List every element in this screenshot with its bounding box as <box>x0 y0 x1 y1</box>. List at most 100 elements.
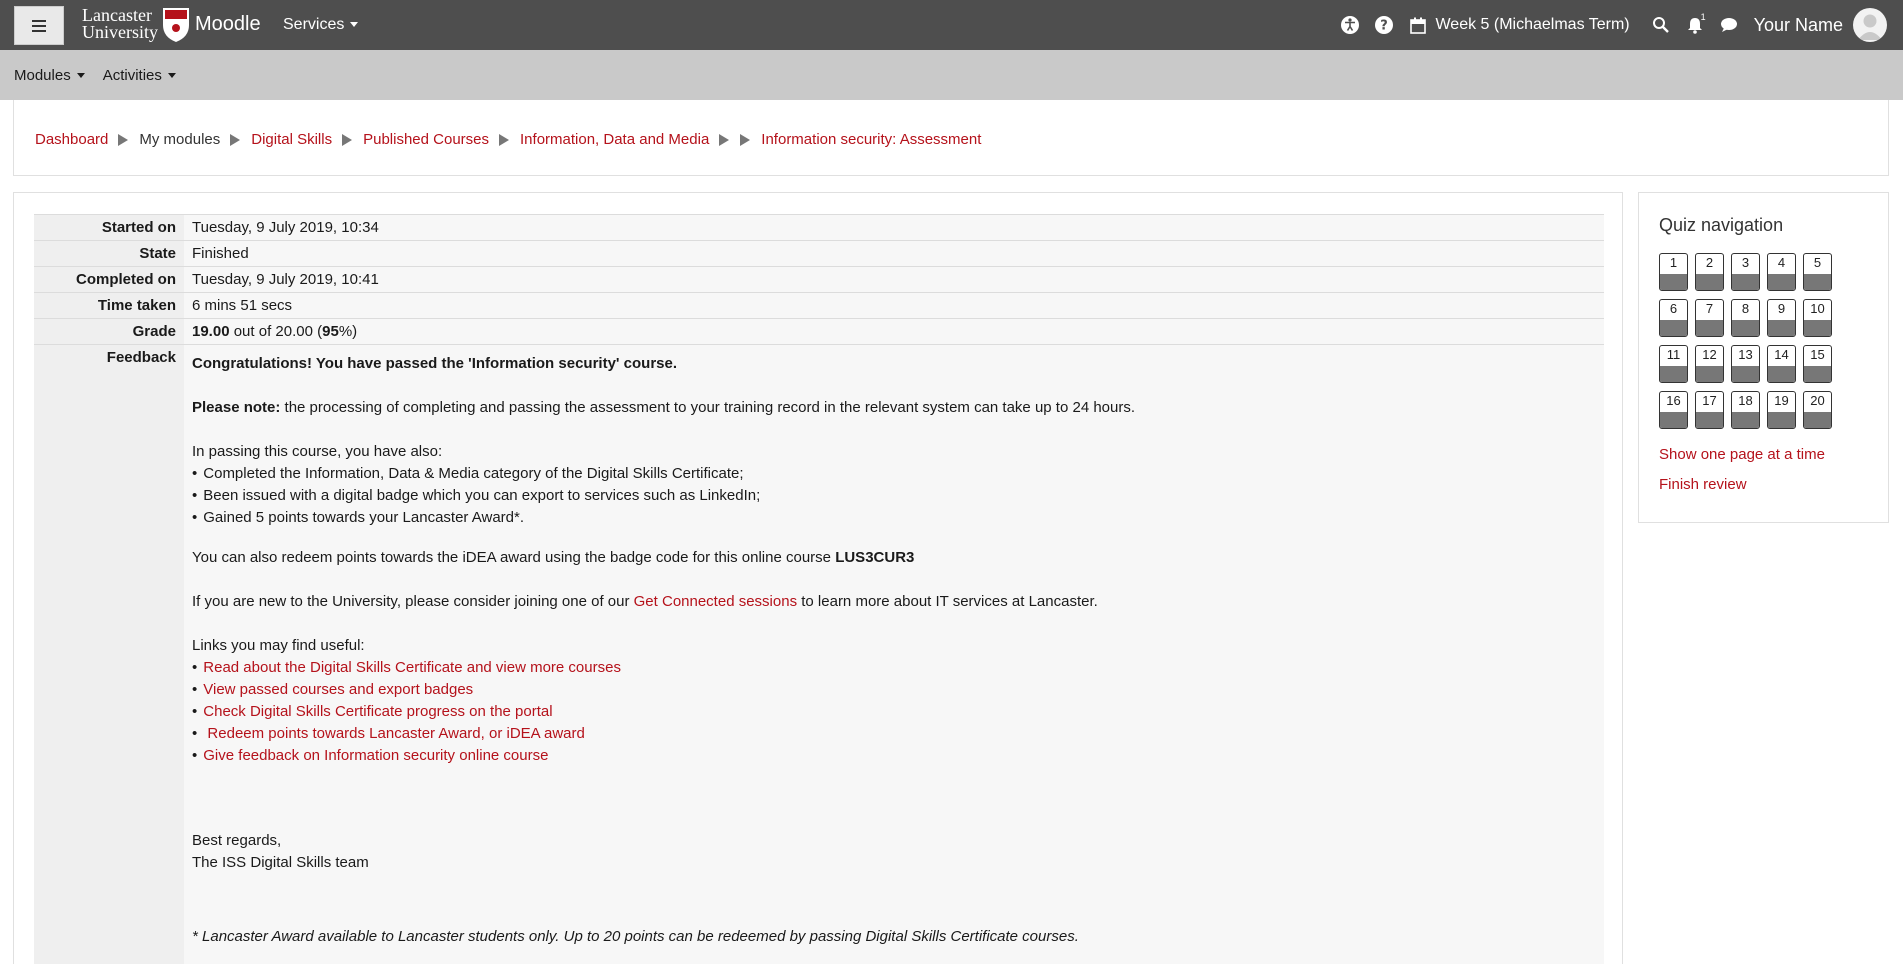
question-16-button[interactable]: 16 <box>1659 391 1688 429</box>
question-13-button[interactable]: 13 <box>1731 345 1760 383</box>
search-icon[interactable] <box>1650 14 1672 36</box>
lancaster-award-footnote: * Lancaster Award available to Lancaster… <box>192 928 1079 945</box>
finish-review-link[interactable]: Finish review <box>1659 476 1747 493</box>
question-status-fill <box>1768 412 1795 428</box>
redeem-points-link[interactable]: Redeem points towards Lancaster Award, o… <box>203 725 584 742</box>
breadcrumb-dashboard[interactable]: Dashboard <box>35 131 108 148</box>
question-status-fill <box>1660 366 1687 382</box>
grade-percent: 95 <box>322 323 339 340</box>
question-7-button[interactable]: 7 <box>1695 299 1724 337</box>
grade-value: 19.00 out of 20.00 (95%) <box>184 318 1604 345</box>
table-row: Completed on Tuesday, 9 July 2019, 10:41 <box>34 266 1604 293</box>
question-status-fill <box>1768 366 1795 382</box>
site-logo[interactable]: Lancaster University Moodle <box>82 5 261 43</box>
question-19-button[interactable]: 19 <box>1767 391 1796 429</box>
question-status-fill <box>1804 366 1831 382</box>
give-feedback-link[interactable]: Give feedback on Information security on… <box>203 747 548 764</box>
digital-skills-certificate-link[interactable]: Read about the Digital Skills Certificat… <box>203 659 621 676</box>
question-18-button[interactable]: 18 <box>1731 391 1760 429</box>
passed-courses-link[interactable]: View passed courses and export badges <box>203 681 473 698</box>
university-crest-icon <box>163 8 189 42</box>
caret-down-icon <box>167 73 176 79</box>
question-status-fill <box>1732 366 1759 382</box>
feedback-content: Congratulations! You have passed the 'In… <box>184 344 1604 964</box>
question-15-button[interactable]: 15 <box>1803 345 1832 383</box>
started-on-label: Started on <box>34 214 184 241</box>
question-20-button[interactable]: 20 <box>1803 391 1832 429</box>
regards-text: Best regards, <box>192 832 282 849</box>
question-3-button[interactable]: 3 <box>1731 253 1760 291</box>
question-status-fill <box>1696 274 1723 290</box>
question-12-button[interactable]: 12 <box>1695 345 1724 383</box>
attempt-summary-table: Started on Tuesday, 9 July 2019, 10:34 S… <box>34 214 1604 964</box>
moodle-label: Moodle <box>195 12 261 35</box>
help-icon[interactable]: ? <box>1373 14 1395 36</box>
list-item: Give feedback on Information security on… <box>192 745 1596 767</box>
breadcrumb-assessment[interactable]: Information security: Assessment <box>761 131 981 148</box>
list-item: View passed courses and export badges <box>192 679 1596 701</box>
list-item: Been issued with a digital badge which y… <box>192 485 1596 507</box>
user-avatar[interactable] <box>1853 8 1887 42</box>
state-value: Finished <box>184 240 1604 267</box>
table-row: State Finished <box>34 240 1604 267</box>
question-buttons-grid: 1 2 3 4 5 6 7 8 9 10 11 12 13 14 15 16 17 18 19 20 <box>1659 253 1832 429</box>
question-status-fill <box>1696 320 1723 336</box>
list-item: Redeem points towards Lancaster Award, o… <box>192 723 1596 745</box>
breadcrumb-separator-icon <box>118 133 129 146</box>
question-10-button[interactable]: 10 <box>1803 299 1832 337</box>
team-signature: The ISS Digital Skills team <box>192 854 369 871</box>
messages-icon[interactable] <box>1718 14 1740 36</box>
menu-toggle-button[interactable] <box>14 6 64 45</box>
question-9-button[interactable]: 9 <box>1767 299 1796 337</box>
current-week-link[interactable]: Week 5 (Michaelmas Term) <box>1435 16 1629 34</box>
question-status-fill <box>1660 412 1687 428</box>
caret-down-icon <box>350 22 359 28</box>
quiz-navigation-block: Quiz navigation 1 2 3 4 5 6 7 8 9 10 11 12 13 14 15 16 1… <box>1638 192 1889 523</box>
user-name[interactable]: Your Name <box>1754 15 1843 36</box>
breadcrumb-information-data-media[interactable]: Information, Data and Media <box>520 131 709 148</box>
processing-note: the processing of completing and passing… <box>280 399 1136 416</box>
time-taken-label: Time taken <box>34 292 184 319</box>
question-5-button[interactable]: 5 <box>1803 253 1832 291</box>
question-2-button[interactable]: 2 <box>1695 253 1724 291</box>
top-navbar: Lancaster University Moodle Services ? W… <box>0 0 1903 50</box>
quiz-navigation-title: Quiz navigation <box>1659 215 1784 235</box>
question-status-fill <box>1768 274 1795 290</box>
question-status-fill <box>1732 274 1759 290</box>
accessibility-icon[interactable] <box>1339 14 1361 36</box>
services-menu[interactable]: Services <box>283 16 359 34</box>
breadcrumb-digital-skills[interactable]: Digital Skills <box>251 131 332 148</box>
passing-intro: In passing this course, you have also: <box>192 443 443 460</box>
breadcrumb-separator-icon <box>740 133 751 146</box>
notification-bell-icon[interactable]: 1 <box>1684 12 1706 36</box>
question-14-button[interactable]: 14 <box>1767 345 1796 383</box>
state-label: State <box>34 240 184 267</box>
calendar-icon[interactable] <box>1407 14 1429 36</box>
notification-count: 1 <box>1700 12 1706 22</box>
question-11-button[interactable]: 11 <box>1659 345 1688 383</box>
question-8-button[interactable]: 8 <box>1731 299 1760 337</box>
question-status-fill <box>1696 412 1723 428</box>
question-6-button[interactable]: 6 <box>1659 299 1688 337</box>
table-row: Grade 19.00 out of 20.00 (95%) <box>34 318 1604 345</box>
quiz-review-region: Started on Tuesday, 9 July 2019, 10:34 S… <box>13 192 1623 964</box>
completed-on-value: Tuesday, 9 July 2019, 10:41 <box>184 266 1604 293</box>
question-17-button[interactable]: 17 <box>1695 391 1724 429</box>
table-row: Feedback Congratulations! You have passe… <box>34 344 1604 964</box>
breadcrumb-published-courses[interactable]: Published Courses <box>363 131 489 148</box>
question-status-fill <box>1804 274 1831 290</box>
question-1-button[interactable]: 1 <box>1659 253 1688 291</box>
breadcrumb: Dashboard My modules Digital Skills Publ… <box>35 131 981 148</box>
breadcrumb-separator-icon <box>499 133 510 146</box>
question-status-fill <box>1732 320 1759 336</box>
modules-menu[interactable]: Modules <box>14 67 85 84</box>
grade-score: 19.00 <box>192 323 230 340</box>
get-connected-link[interactable]: Get Connected sessions <box>634 593 797 610</box>
activities-menu[interactable]: Activities <box>103 67 176 84</box>
certificate-progress-link[interactable]: Check Digital Skills Certificate progres… <box>203 703 552 720</box>
question-4-button[interactable]: 4 <box>1767 253 1796 291</box>
question-status-fill <box>1768 320 1795 336</box>
caret-down-icon <box>76 73 85 79</box>
breadcrumb-container: Dashboard My modules Digital Skills Publ… <box>13 100 1889 176</box>
show-one-page-link[interactable]: Show one page at a time <box>1659 446 1825 463</box>
